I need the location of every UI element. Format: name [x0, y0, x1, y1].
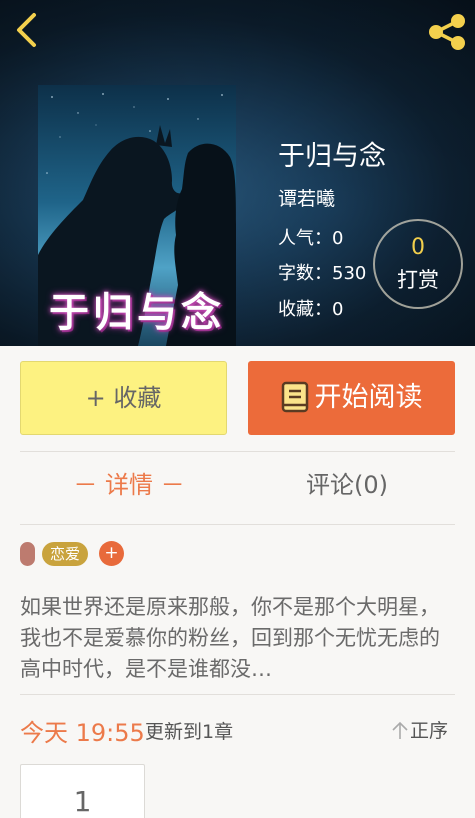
reward-count: 0 [411, 235, 425, 260]
tag-marker [20, 542, 35, 566]
book-cover[interactable]: 于归与念 [38, 85, 236, 346]
update-note: 更新到1章 [145, 721, 234, 743]
sort-order-label: 正序 [410, 720, 449, 742]
book-header: 于归与念 于归与念 谭若曦 人气：0 字数：530 收藏：0 0 打赏 [0, 0, 475, 346]
cover-title: 于归与念 [49, 289, 225, 336]
update-time: 今天 19:55 [20, 719, 145, 747]
share-button[interactable] [424, 12, 470, 52]
add-tag-button[interactable]: + [99, 541, 124, 566]
reward-label: 打赏 [397, 268, 439, 292]
sort-order-button[interactable]: 正序 [392, 716, 448, 743]
start-reading-label: 开始阅读 [314, 382, 423, 413]
book-summary[interactable]: 如果世界还是原来那般，你不是那个大明星，我也不是爱慕你的粉丝，回到那个无忧无虑的… [20, 592, 460, 685]
add-to-favorites-button[interactable]: + 收藏 [20, 361, 227, 435]
tab-comments[interactable]: 评论(0) [238, 465, 456, 500]
share-icon [429, 14, 465, 50]
popularity-stat: 人气：0 [278, 228, 344, 249]
book-icon [281, 381, 308, 412]
start-reading-button[interactable]: 开始阅读 [248, 361, 455, 435]
word-count-stat: 字数：530 [278, 263, 367, 284]
chapter-item[interactable]: 1 [20, 764, 145, 818]
tab-detail[interactable]: － 详情 － [20, 465, 238, 500]
book-title: 于归与念 [278, 141, 386, 172]
divider [20, 451, 455, 452]
favorites-stat: 收藏：0 [278, 299, 344, 320]
tag-romance[interactable]: 恋爱 [42, 542, 89, 566]
reward-button[interactable]: 0 打赏 [373, 219, 463, 309]
back-button[interactable] [10, 8, 46, 52]
arrow-up-icon [392, 721, 408, 739]
divider [20, 524, 455, 525]
divider [20, 694, 455, 695]
chevron-left-icon [17, 13, 36, 47]
book-author[interactable]: 谭若曦 [278, 184, 335, 211]
